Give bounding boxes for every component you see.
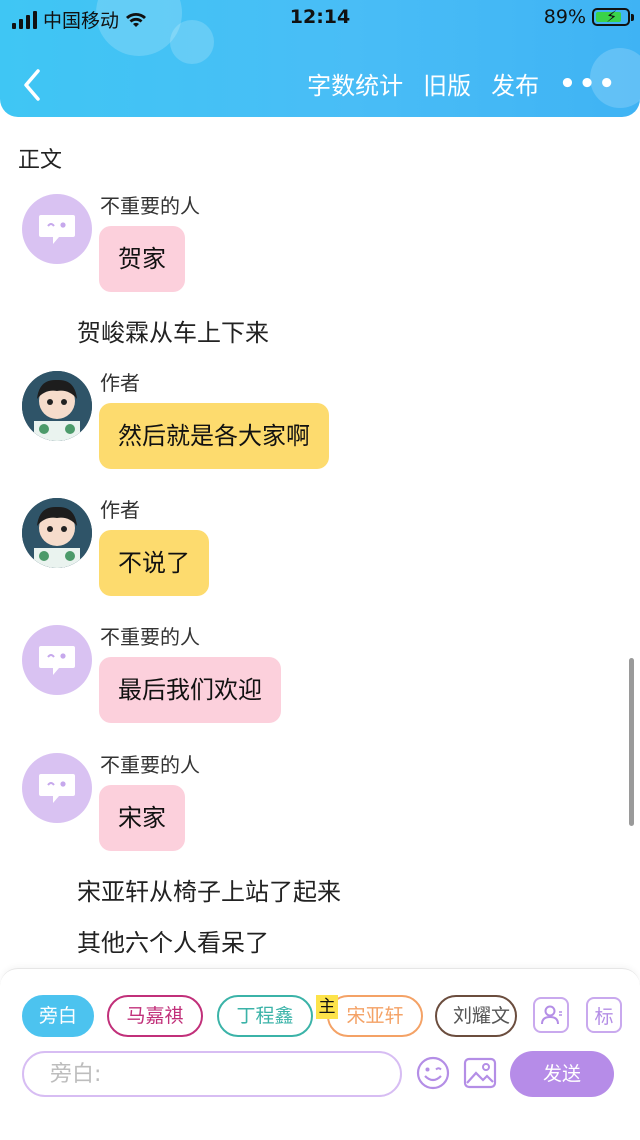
status-bar: 中国移动 12:14 89% ⚡ — [0, 0, 640, 36]
section-title: 正文 — [18, 148, 63, 173]
person-icon — [541, 1005, 562, 1025]
dialogue-input[interactable] — [22, 1051, 402, 1097]
dialogue-bubble[interactable]: 贺家 — [99, 226, 185, 292]
manage-roles-button[interactable] — [533, 997, 569, 1033]
composer-panel: 旁白 马嘉祺 丁程鑫 宋亚轩 主 刘耀文 标 发送 — [0, 968, 640, 1140]
dialogue-bubble[interactable]: 不说了 — [99, 530, 209, 596]
more-dots-icon[interactable]: ••• — [559, 69, 618, 99]
battery-info: 89% ⚡ — [543, 6, 634, 28]
dialogue-bubble[interactable]: 最后我们欢迎 — [99, 657, 281, 723]
main-role-badge: 主 — [316, 995, 338, 1019]
chat-bubble-icon[interactable] — [22, 625, 92, 695]
image-button[interactable] — [460, 1053, 500, 1093]
send-button[interactable]: 发送 — [510, 1051, 614, 1097]
emoji-button[interactable] — [413, 1053, 453, 1093]
narration-text[interactable]: 其他六个人看呆了 — [77, 923, 269, 958]
speaker-name: 不重要的人 — [100, 753, 200, 777]
speaker-name: 不重要的人 — [100, 625, 200, 649]
role-chip[interactable]: 马嘉祺 — [107, 995, 203, 1037]
speaker-name: 不重要的人 — [100, 194, 200, 218]
speaker-name: 作者 — [100, 498, 140, 522]
nav-bar: 字数统计 旧版 发布 ••• — [0, 62, 640, 106]
role-chip[interactable]: 刘耀文 — [435, 995, 517, 1037]
back-button[interactable] — [22, 64, 42, 111]
scrollbar[interactable] — [629, 658, 634, 826]
smiley-icon — [416, 1056, 450, 1090]
chat-bubble-icon[interactable] — [22, 753, 92, 823]
publish-button[interactable]: 发布 — [491, 66, 539, 101]
dialogue-bubble[interactable]: 宋家 — [99, 785, 185, 851]
word-count-button[interactable]: 字数统计 — [307, 66, 403, 101]
battery-percent: 89% — [543, 6, 586, 28]
old-version-button[interactable]: 旧版 — [423, 66, 471, 101]
battery-icon: ⚡ — [592, 7, 634, 26]
top-header: 中国移动 12:14 89% ⚡ 字数统计 旧版 发布 ••• — [0, 0, 640, 117]
author-avatar[interactable] — [22, 371, 92, 441]
header-actions: 字数统计 旧版 发布 ••• — [307, 66, 618, 101]
author-avatar[interactable] — [22, 498, 92, 568]
narration-text[interactable]: 宋亚轩从椅子上站了起来 — [77, 872, 341, 907]
chevron-left-icon — [24, 69, 40, 101]
chat-bubble-icon[interactable] — [22, 194, 92, 264]
image-icon — [463, 1057, 497, 1089]
role-chip[interactable]: 丁程鑫 — [217, 995, 313, 1037]
role-chip[interactable]: 宋亚轩 — [327, 995, 423, 1037]
tag-button[interactable]: 标 — [586, 997, 622, 1033]
speaker-name: 作者 — [100, 371, 140, 395]
role-chip-narrator[interactable]: 旁白 — [22, 995, 94, 1037]
narration-text[interactable]: 贺峻霖从车上下来 — [77, 313, 269, 348]
dialogue-bubble[interactable]: 然后就是各大家啊 — [99, 403, 329, 469]
